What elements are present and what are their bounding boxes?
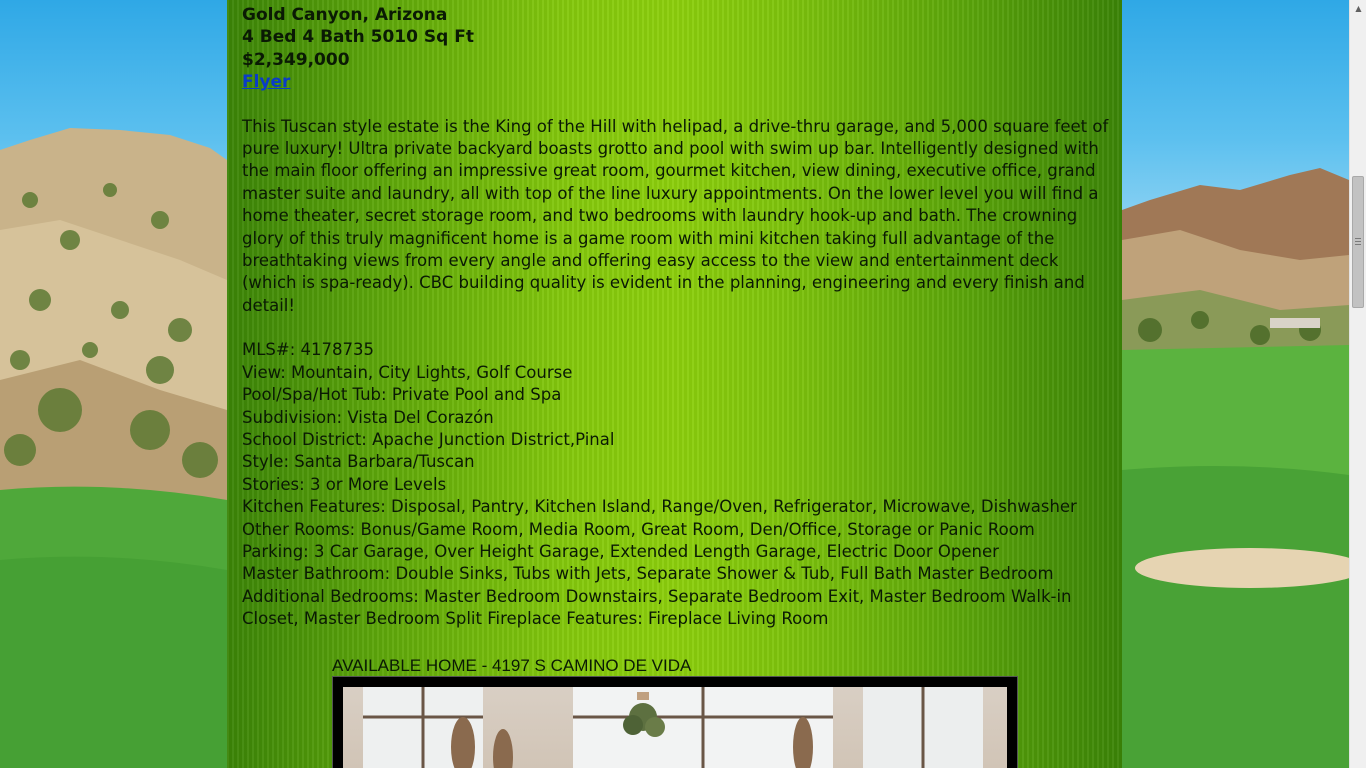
detail-mls: MLS#: 4178735 — [242, 340, 375, 360]
grip-icon — [1355, 238, 1361, 246]
detail-pool: Pool/Spa/Hot Tub: Private Pool and Spa — [242, 385, 562, 405]
listing-details: Gold Canyon, Arizona 4 Bed 4 Bath 5010 S… — [242, 4, 1112, 631]
listing-price: $2,349,000 — [242, 49, 350, 70]
detail-other-rooms: Other Rooms: Bonus/Game Room, Media Room… — [242, 519, 1035, 539]
flyer-link[interactable]: Flyer — [242, 72, 290, 92]
detail-style: Style: Santa Barbara/Tuscan — [242, 452, 475, 472]
detail-parking: Parking: 3 Car Garage, Over Height Garag… — [242, 541, 999, 561]
triangle-up-icon[interactable]: ▲ — [1350, 0, 1366, 17]
page-viewport: Gold Canyon, Arizona 4 Bed 4 Bath 5010 S… — [0, 0, 1366, 768]
detail-master-bathroom: Master Bathroom: Double Sinks, Tubs with… — [242, 564, 1054, 584]
detail-stories: Stories: 3 or More Levels — [242, 474, 447, 494]
detail-school-district: School District: Apache Junction Distric… — [242, 429, 615, 449]
detail-additional-bedrooms: Additional Bedrooms: Master Bedroom Down… — [242, 586, 1072, 629]
listing-feature-list: MLS#: 4178735 View: Mountain, City Light… — [242, 339, 1112, 630]
available-home-photo[interactable] — [343, 687, 1007, 768]
listing-location: Gold Canyon, Arizona — [242, 5, 448, 25]
detail-kitchen-features: Kitchen Features: Disposal, Pantry, Kitc… — [242, 497, 1077, 517]
listing-specs: 4 Bed 4 Bath 5010 Sq Ft — [242, 27, 474, 48]
listing-content-panel: Gold Canyon, Arizona 4 Bed 4 Bath 5010 S… — [227, 0, 1122, 768]
available-home-title: AVAILABLE HOME - 4197 S CAMINO DE VIDA — [332, 656, 692, 675]
page-scrollbar[interactable]: ▲ — [1349, 0, 1366, 768]
listing-description: This Tuscan style estate is the King of … — [242, 116, 1109, 315]
available-home-photo-frame — [332, 676, 1018, 768]
detail-view: View: Mountain, City Lights, Golf Course — [242, 362, 573, 382]
detail-subdivision: Subdivision: Vista Del Corazón — [242, 407, 494, 427]
scrollbar-thumb[interactable] — [1352, 176, 1364, 308]
